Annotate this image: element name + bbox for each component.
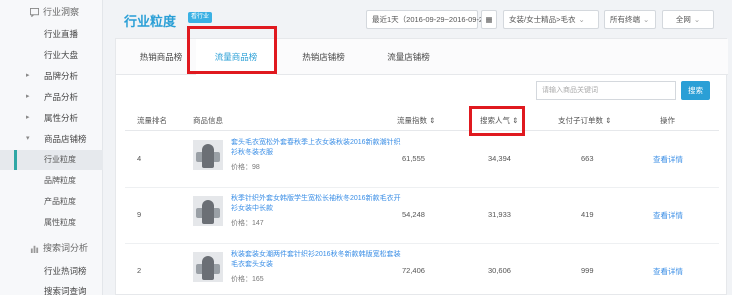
table-row: 4 套头毛衣宽松外套春秋季上衣女装秋装2016新款潮针织衫秋冬装衣服 价格：98…: [125, 132, 719, 188]
sidebar-item-live[interactable]: 行业直播: [0, 24, 103, 44]
sidebar-section-industry: 行业洞察: [0, 2, 103, 22]
main-panel: 热销商品榜 流量商品榜 热销店铺榜 流量店铺榜 请输入商品关键词 搜索 流量排名…: [115, 38, 728, 295]
orders-cell: 999: [581, 266, 594, 275]
chevron-down-icon: ⌄: [578, 15, 585, 24]
chevron-right-icon: ▸: [26, 72, 30, 79]
terminal-select[interactable]: 所有终端 ⌄: [604, 10, 656, 29]
product-price: 价格：98: [231, 164, 260, 171]
bar-chart-icon: [30, 245, 39, 253]
sidebar-item-hot-words[interactable]: 行业热词榜: [0, 261, 103, 281]
search-cell: 30,606: [488, 266, 511, 275]
category-select[interactable]: 女装/女士精品>毛衣 ⌄: [503, 10, 599, 29]
chevron-right-icon: ▸: [26, 93, 30, 100]
tab-traffic-shops[interactable]: 流量店铺榜: [371, 39, 446, 75]
search-input[interactable]: 请输入商品关键词: [536, 81, 676, 100]
sidebar-subitem-product-granularity[interactable]: 产品粒度: [0, 192, 103, 212]
network-select[interactable]: 全网 ⌄: [662, 10, 714, 29]
sidebar-item-market[interactable]: 行业大盘: [0, 45, 103, 65]
header-product-info: 商品信息: [193, 116, 223, 125]
page-title: 行业粒度: [124, 14, 177, 29]
traffic-cell: 61,555: [402, 154, 425, 163]
sidebar: 行业洞察 行业直播 行业大盘 ▸ 品牌分析 ▸ 产品分析 ▸ 属性分析 ▾ 商品店铺榜 …: [0, 0, 103, 295]
sidebar-item-attribute[interactable]: ▸ 属性分析: [0, 108, 103, 128]
sidebar-section-search: 搜索词分析: [0, 238, 103, 258]
calendar-icon: ▦: [485, 15, 493, 24]
search-cell: 31,933: [488, 210, 511, 219]
chevron-down-icon: ⌄: [643, 15, 650, 24]
rank-cell: 4: [137, 154, 142, 163]
sidebar-item-product[interactable]: ▸ 产品分析: [0, 87, 103, 107]
calendar-button[interactable]: ▦: [481, 10, 497, 29]
chevron-down-icon: ▾: [26, 135, 30, 142]
sidebar-item-ranking[interactable]: ▾ 商品店铺榜: [0, 129, 103, 149]
product-price: 价格：147: [231, 220, 264, 227]
product-name-link[interactable]: 秋季针织外套女韩版学生宽松长袖秋冬2016新款毛衣开衫女装中长款: [231, 194, 401, 214]
rank-cell: 2: [137, 266, 142, 275]
chat-icon: [30, 8, 39, 17]
product-price: 价格：165: [231, 276, 264, 283]
header-traffic-index[interactable]: 流量指数 ⇕: [397, 111, 435, 131]
table-row: 2 秋装套装女潮两件套针织衫2016秋冬新款韩版宽松套装毛衣套头女装 价格：16…: [125, 244, 719, 295]
view-details-link[interactable]: 查看详情: [653, 266, 683, 277]
product-name-link[interactable]: 套头毛衣宽松外套春秋季上衣女装秋装2016新款潮针织衫秋冬装衣服: [231, 138, 401, 158]
title-badge: 看行业: [188, 12, 213, 23]
product-thumbnail[interactable]: [193, 140, 223, 170]
rank-cell: 9: [137, 210, 142, 219]
view-details-link[interactable]: 查看详情: [653, 154, 683, 165]
date-range-picker[interactable]: 最近1天（2016-09-29~2016-09-29）: [366, 10, 495, 29]
sidebar-subitem-brand-granularity[interactable]: 品牌粒度: [0, 171, 103, 191]
header-action: 操作: [660, 116, 675, 125]
header-rank: 流量排名: [137, 116, 167, 125]
traffic-cell: 54,248: [402, 210, 425, 219]
tab-hot-shops[interactable]: 热销店铺榜: [286, 39, 361, 75]
search-button[interactable]: 搜索: [681, 81, 710, 100]
product-name-link[interactable]: 秋装套装女潮两件套针织衫2016秋冬新款韩版宽松套装毛衣套头女装: [231, 250, 401, 270]
sidebar-item-brand[interactable]: ▸ 品牌分析: [0, 66, 103, 86]
chevron-down-icon: ⌄: [693, 15, 701, 24]
product-thumbnail[interactable]: [193, 252, 223, 282]
sidebar-subitem-attribute-granularity[interactable]: 属性粒度: [0, 213, 103, 233]
highlight-box-tab: [187, 26, 277, 74]
highlight-box-header: [469, 106, 525, 136]
header-paid-orders[interactable]: 支付子订单数 ⇕: [558, 111, 611, 131]
orders-cell: 663: [581, 154, 594, 163]
chevron-right-icon: ▸: [26, 114, 30, 121]
sidebar-subitem-industry-granularity[interactable]: 行业粒度: [0, 150, 103, 170]
view-details-link[interactable]: 查看详情: [653, 210, 683, 221]
table-row: 9 秋季针织外套女韩版学生宽松长袖秋冬2016新款毛衣开衫女装中长款 价格：14…: [125, 188, 719, 244]
table-header: 流量排名 商品信息 流量指数 ⇕ 搜索人气 ⇕ 支付子订单数 ⇕ 操作: [125, 111, 719, 131]
traffic-cell: 72,406: [402, 266, 425, 275]
sidebar-item-word-query[interactable]: 搜索词查询: [0, 281, 103, 295]
search-cell: 34,394: [488, 154, 511, 163]
orders-cell: 419: [581, 210, 594, 219]
product-thumbnail[interactable]: [193, 196, 223, 226]
